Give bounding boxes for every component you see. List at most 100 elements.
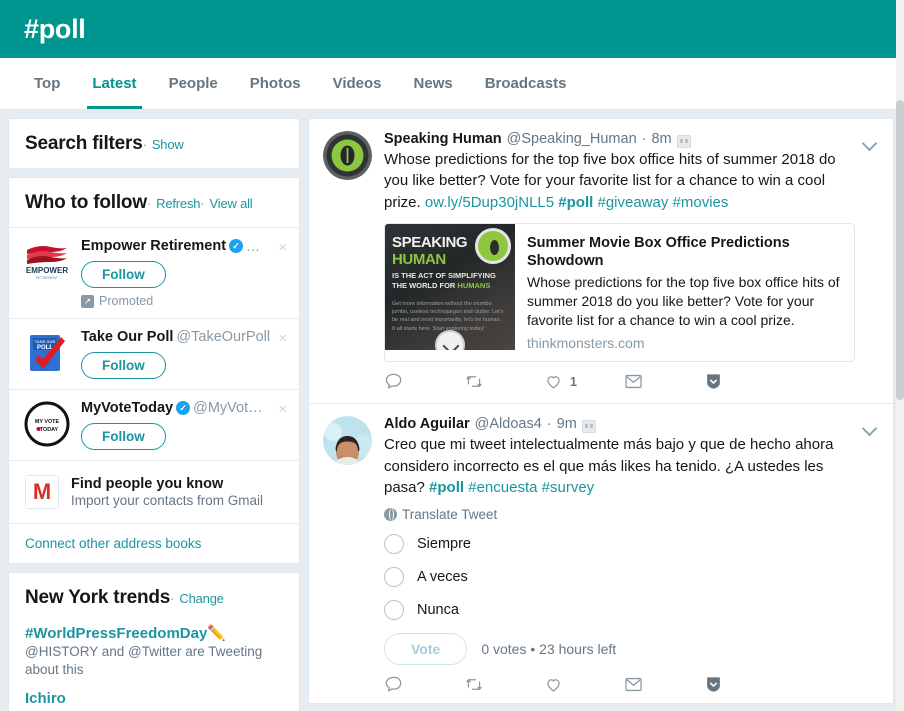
poll-meta: 0 votes • 23 hours left: [481, 641, 616, 657]
svg-text:MY VOTE: MY VOTE: [35, 419, 60, 425]
svg-text:TODAY: TODAY: [40, 427, 59, 433]
tweet[interactable]: Speaking Human @Speaking_Human · 8m Whos…: [309, 119, 893, 404]
user-name[interactable]: Empower Retirement: [81, 238, 226, 254]
tweet-body: Speaking Human @Speaking_Human · 8m Whos…: [384, 131, 879, 397]
link-preview-domain: thinkmonsters.com: [527, 335, 842, 351]
poll-option[interactable]: Siempre: [384, 534, 855, 554]
avatar[interactable]: [323, 131, 372, 180]
tweet-author-handle[interactable]: @Aldoas4: [475, 416, 542, 432]
separator-dot: ·: [170, 591, 174, 606]
tweet-author-name[interactable]: Aldo Aguilar: [384, 416, 470, 432]
retweet-button[interactable]: [464, 372, 544, 391]
avatar[interactable]: [323, 416, 372, 465]
who-to-follow-item[interactable]: EMPOWER RETIREMENT Empower Retirement ✓ …: [9, 227, 299, 318]
vote-button[interactable]: Vote: [384, 633, 467, 665]
connect-address-books-link[interactable]: Connect other address books: [9, 523, 299, 563]
preview-logo-icon: [475, 228, 511, 264]
radio-icon[interactable]: [384, 534, 404, 554]
user-name-row: MyVoteToday ✓ @MyVot…: [81, 400, 287, 416]
direct-message-button[interactable]: [624, 373, 704, 390]
search-filters-show-link[interactable]: Show: [152, 137, 184, 152]
missing-image-glyph-icon: [677, 135, 691, 148]
tweet-author-handle[interactable]: @Speaking_Human: [507, 131, 637, 147]
hashtag-encuesta[interactable]: #encuesta: [468, 479, 537, 496]
translate-tweet-link[interactable]: Translate Tweet: [384, 507, 855, 522]
hashtag-poll[interactable]: #poll: [558, 194, 593, 211]
like-button[interactable]: [544, 675, 624, 694]
link-preview-text: Summer Movie Box Office Predictions Show…: [515, 224, 854, 361]
trend-emoji-icon: ✏️: [207, 625, 226, 642]
like-button[interactable]: 1: [544, 372, 624, 391]
follow-button[interactable]: Follow: [81, 261, 166, 288]
tab-top[interactable]: Top: [18, 58, 76, 109]
tab-broadcasts[interactable]: Broadcasts: [469, 58, 583, 109]
hashtag-poll[interactable]: #poll: [429, 479, 464, 496]
chevron-down-icon[interactable]: [861, 133, 879, 151]
tweet-timestamp[interactable]: 9m: [557, 416, 577, 432]
trends-change-link[interactable]: Change: [179, 591, 223, 606]
search-filters-header: Search filters· Show: [9, 119, 299, 168]
scrollbar-track[interactable]: [896, 0, 904, 711]
chevron-down-icon[interactable]: [861, 418, 879, 436]
who-to-follow-item[interactable]: MY VOTE TODAY MyVoteToday ✓ @MyVot… Foll…: [9, 389, 299, 460]
hashtag-survey[interactable]: #survey: [542, 479, 595, 496]
tab-videos[interactable]: Videos: [317, 58, 398, 109]
radio-icon[interactable]: [384, 567, 404, 587]
trend-item[interactable]: #WorldPressFreedomDay✏️ @HISTORY and @Tw…: [9, 622, 299, 688]
direct-message-button[interactable]: [624, 676, 704, 693]
name-overflow-ellipsis: …: [246, 238, 260, 254]
like-count: 1: [570, 375, 577, 389]
find-people-row[interactable]: M Find people you know Import your conta…: [9, 460, 299, 523]
trends-header: New York trends· Change: [9, 573, 299, 622]
tweet-header: Speaking Human @Speaking_Human · 8m: [384, 131, 855, 147]
gmail-icon: M: [25, 475, 59, 509]
tweet-text: Creo que mi tweet intelectualmente más b…: [384, 434, 855, 498]
poll-option-label: Nunca: [417, 602, 459, 618]
tweet-timestamp[interactable]: 8m: [651, 131, 671, 147]
user-name[interactable]: Take Our Poll: [81, 329, 173, 345]
more-options-button[interactable]: [704, 372, 784, 391]
follow-button[interactable]: Follow: [81, 423, 166, 450]
hashtag-giveaway[interactable]: #giveaway: [597, 194, 668, 211]
follow-button[interactable]: Follow: [81, 352, 166, 379]
scrollbar-thumb[interactable]: [896, 100, 904, 400]
poll-option-label: A veces: [417, 569, 468, 585]
who-to-follow-title: Who to follow: [25, 192, 147, 213]
tab-news[interactable]: News: [398, 58, 469, 109]
avatar: EMPOWER RETIREMENT: [23, 238, 71, 286]
refresh-link[interactable]: Refresh: [156, 196, 200, 211]
more-options-button[interactable]: [704, 675, 784, 694]
dismiss-icon[interactable]: ×: [278, 402, 287, 417]
tweet-author-name[interactable]: Speaking Human: [384, 131, 502, 147]
trend-item[interactable]: Ichiro Ichiro moves from the field to th…: [9, 688, 299, 711]
reply-button[interactable]: [384, 675, 464, 694]
poll-option[interactable]: A veces: [384, 567, 855, 587]
dismiss-icon[interactable]: ×: [278, 240, 287, 255]
missing-image-glyph-icon: [582, 420, 596, 433]
link-preview-card[interactable]: SPEAKING HUMAN IS THE ACT OF SIMPLIFYING…: [384, 223, 855, 362]
tweet-link[interactable]: ow.ly/5Dup30jNLL5: [425, 194, 554, 211]
retweet-button[interactable]: [464, 675, 544, 694]
poll-option[interactable]: Nunca: [384, 600, 855, 620]
search-header: #poll: [0, 0, 904, 58]
reply-button[interactable]: [384, 372, 464, 391]
tab-latest[interactable]: Latest: [76, 58, 152, 109]
search-tabs: Top Latest People Photos Videos News Bro…: [0, 58, 904, 110]
search-filters-title: Search filters: [25, 133, 143, 154]
preview-image-line4: Get more information without the mumbo j…: [392, 300, 504, 333]
preview-image-line3: IS THE ACT OF SIMPLIFYING THE WORLD FOR …: [392, 271, 504, 291]
radio-icon[interactable]: [384, 600, 404, 620]
search-query-title: #poll: [24, 14, 86, 45]
user-name[interactable]: MyVoteToday: [81, 400, 173, 416]
promoted-label: Promoted: [99, 294, 153, 308]
who-to-follow-item[interactable]: TAKE OUR POLL Take Our Poll @TakeOurPoll…: [9, 318, 299, 389]
dismiss-icon[interactable]: ×: [278, 331, 287, 346]
view-all-link[interactable]: View all: [210, 196, 253, 211]
tab-photos[interactable]: Photos: [234, 58, 317, 109]
promoted-arrow-icon: ↗: [81, 295, 94, 308]
tweet[interactable]: Aldo Aguilar @Aldoas4 · 9m Creo que mi t…: [309, 404, 893, 704]
hashtag-movies[interactable]: #movies: [673, 194, 729, 211]
trend-name[interactable]: Ichiro: [25, 690, 283, 707]
tab-people[interactable]: People: [153, 58, 234, 109]
trend-name[interactable]: #WorldPressFreedomDay✏️: [25, 624, 283, 642]
